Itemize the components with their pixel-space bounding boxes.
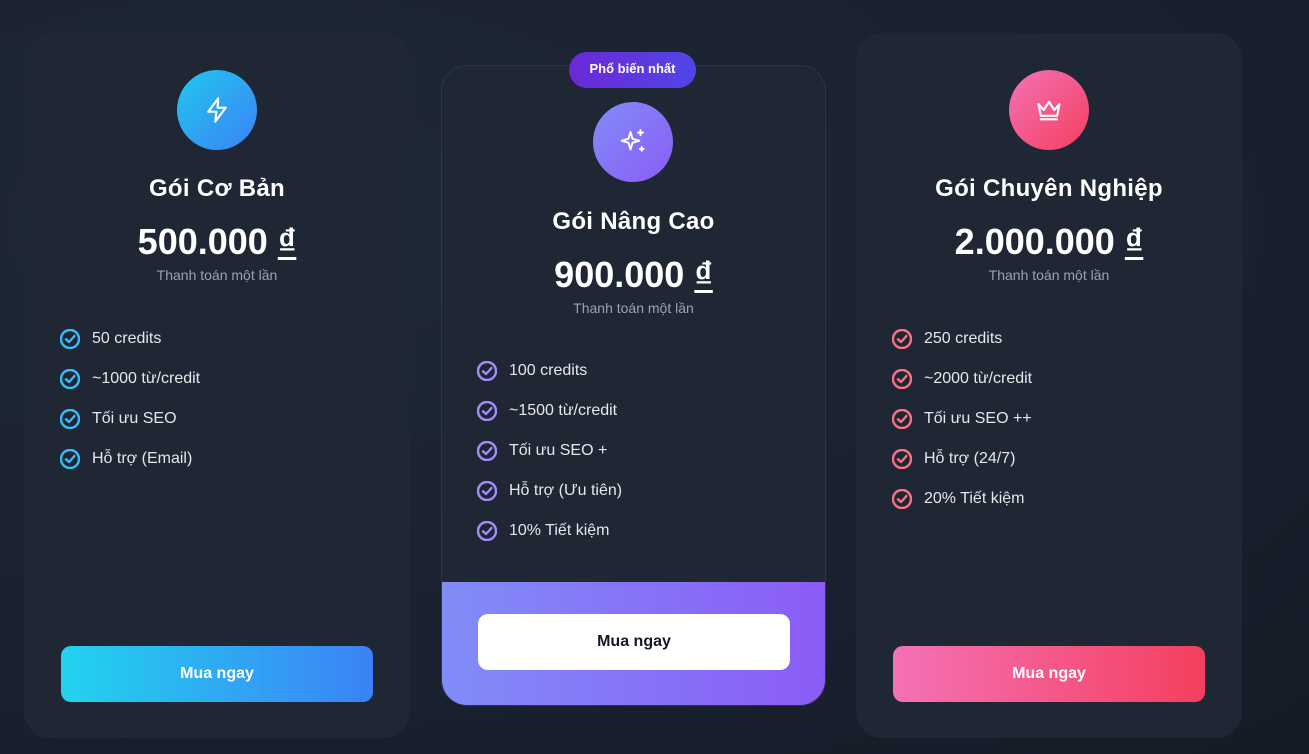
- feature-item: Tối ưu SEO +: [477, 431, 622, 471]
- currency-symbol: ₫: [277, 221, 297, 262]
- check-circle-icon: [477, 361, 497, 381]
- sparkles-icon: [593, 102, 673, 182]
- feature-list: 250 credits ~2000 từ/credit Tối ưu SEO +…: [892, 319, 1032, 519]
- feature-item: 10% Tiết kiệm: [477, 511, 622, 551]
- plan-price: 900.000 ₫: [554, 254, 713, 295]
- feature-item: Tối ưu SEO: [60, 399, 200, 439]
- check-circle-icon: [477, 401, 497, 421]
- check-circle-icon: [60, 369, 80, 389]
- feature-item: Hỗ trợ (Ưu tiên): [477, 471, 622, 511]
- buy-now-button-advanced[interactable]: Mua ngay: [478, 614, 790, 670]
- feature-item: Hỗ trợ (Email): [60, 439, 200, 479]
- feature-item: ~2000 từ/credit: [892, 359, 1032, 399]
- check-circle-icon: [477, 481, 497, 501]
- plan-title: Gói Chuyên Nghiệp: [935, 175, 1163, 202]
- feature-list: 100 credits ~1500 từ/credit Tối ưu SEO +…: [477, 351, 622, 551]
- currency-symbol: ₫: [694, 254, 713, 295]
- check-circle-icon: [892, 369, 912, 389]
- plan-title: Gói Cơ Bản: [148, 175, 286, 202]
- feature-item: ~1000 từ/credit: [60, 359, 200, 399]
- popular-badge: Phổ biến nhất: [569, 52, 696, 88]
- buy-now-button-basic[interactable]: Mua ngay: [61, 646, 373, 702]
- plan-card-basic: Gói Cơ Bản 500.000 ₫ Thanh toán một lần …: [24, 33, 410, 738]
- payment-note: Thanh toán một lần: [988, 267, 1110, 283]
- payment-note: Thanh toán một lần: [573, 300, 694, 316]
- plan-card-advanced: Gói Nâng Cao 900.000 ₫ Thanh toán một lầ…: [441, 65, 826, 706]
- check-circle-icon: [60, 449, 80, 469]
- feature-item: Tối ưu SEO ++: [892, 399, 1032, 439]
- check-circle-icon: [60, 409, 80, 429]
- feature-item: 20% Tiết kiệm: [892, 479, 1032, 519]
- check-circle-icon: [477, 521, 497, 541]
- plan-title: Gói Nâng Cao: [552, 208, 715, 235]
- lightning-icon: [177, 70, 257, 150]
- card-footer: Mua ngay: [442, 582, 825, 705]
- check-circle-icon: [892, 449, 912, 469]
- payment-note: Thanh toán một lần: [156, 267, 278, 283]
- check-circle-icon: [477, 441, 497, 461]
- crown-icon: [1009, 70, 1089, 150]
- check-circle-icon: [60, 329, 80, 349]
- feature-item: Hỗ trợ (24/7): [892, 439, 1032, 479]
- plan-price: 500.000 ₫: [137, 221, 297, 262]
- pricing-section: Gói Cơ Bản 500.000 ₫ Thanh toán một lần …: [0, 0, 1309, 754]
- plan-price: 2.000.000 ₫: [954, 221, 1144, 262]
- check-circle-icon: [892, 329, 912, 349]
- feature-item: 50 credits: [60, 319, 200, 359]
- feature-item: ~1500 từ/credit: [477, 391, 622, 431]
- check-circle-icon: [892, 489, 912, 509]
- plan-card-pro: Gói Chuyên Nghiệp 2.000.000 ₫ Thanh toán…: [856, 33, 1242, 738]
- check-circle-icon: [892, 409, 912, 429]
- feature-item: 250 credits: [892, 319, 1032, 359]
- feature-list: 50 credits ~1000 từ/credit Tối ưu SEO Hỗ…: [60, 319, 200, 479]
- currency-symbol: ₫: [1124, 221, 1144, 262]
- buy-now-button-pro[interactable]: Mua ngay: [893, 646, 1205, 702]
- feature-item: 100 credits: [477, 351, 622, 391]
